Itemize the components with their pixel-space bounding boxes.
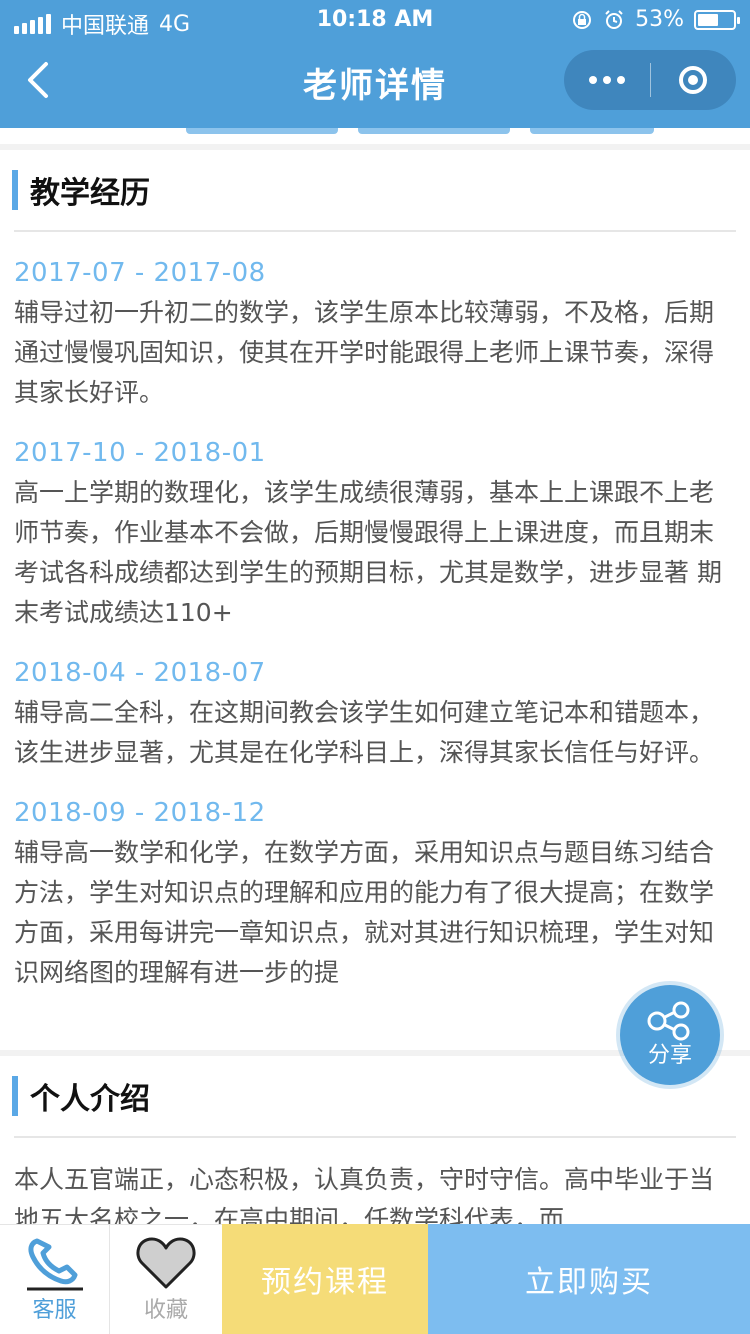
share-label: 分享 (647, 1043, 692, 1068)
heart-icon (136, 1237, 196, 1289)
experience-desc: 高一上学期的数理化，该学生成绩很薄弱，基本上上课跟不上老师节奏，作业基本不会做，… (14, 478, 722, 627)
section-rule (14, 230, 736, 232)
experience-date: 2017-07 - 2017-08 (14, 258, 266, 288)
status-bar: 中国联通 4G 10:18 AM 53% (0, 0, 750, 40)
tab-peek (530, 128, 654, 134)
battery-percent: 53% (635, 7, 684, 32)
list-item: 2017-07 - 2017-08 辅导过初一升初二的数学，该学生原本比较薄弱，… (14, 253, 732, 413)
experience-desc: 辅导高一数学和化学，在数学方面，采用知识点与题目练习结合方法，学生对知识点的理解… (14, 838, 715, 987)
tab-peek (358, 128, 510, 134)
customer-service-button[interactable]: 客服 (0, 1224, 110, 1334)
section-divider (0, 144, 750, 150)
nav-bar: 老师详情 (0, 40, 750, 128)
experience-desc: 辅导过初一升初二的数学，该学生原本比较薄弱，不及格，后期通过慢慢巩固知识，使其在… (14, 298, 715, 407)
list-item: 2017-10 - 2018-01 高一上学期的数理化，该学生成绩很薄弱，基本上… (14, 433, 732, 633)
close-icon[interactable] (651, 50, 737, 110)
book-course-button[interactable]: 预约课程 (222, 1224, 428, 1334)
section-header-intro: 个人介绍 (12, 1076, 150, 1117)
teaching-list: 2017-07 - 2017-08 辅导过初一升初二的数学，该学生原本比较薄弱，… (14, 253, 732, 1013)
top-bar: 中国联通 4G 10:18 AM 53% 老师详情 (0, 0, 750, 128)
buy-now-button[interactable]: 立即购买 (428, 1224, 750, 1334)
tab-peek (186, 128, 338, 134)
rotation-lock-icon (573, 10, 592, 29)
experience-date: 2018-09 - 2018-12 (14, 798, 266, 828)
experience-date: 2018-04 - 2018-07 (14, 658, 266, 688)
phone-icon (26, 1238, 83, 1291)
section-rule (14, 1136, 736, 1138)
section-title: 个人介绍 (30, 1082, 150, 1117)
alarm-icon (605, 9, 623, 29)
customer-service-label: 客服 (32, 1298, 77, 1323)
list-item: 2018-09 - 2018-12 辅导高一数学和化学，在数学方面，采用知识点与… (14, 793, 732, 993)
bottom-action-bar: 客服 收藏 预约课程 立即购买 (0, 1224, 750, 1334)
more-icon[interactable] (564, 50, 650, 110)
share-button[interactable]: 分享 (620, 985, 720, 1085)
experience-desc: 辅导高二全科，在这期间教会该学生如何建立笔记本和错题本，该生进步显著，尤其是在化… (14, 698, 715, 767)
share-icon (647, 1001, 690, 1041)
favorite-button[interactable]: 收藏 (110, 1224, 222, 1334)
battery-icon (694, 9, 740, 30)
experience-date: 2017-10 - 2018-01 (14, 438, 266, 468)
list-item: 2018-04 - 2018-07 辅导高二全科，在这期间教会该学生如何建立笔记… (14, 653, 732, 773)
favorite-label: 收藏 (143, 1298, 188, 1323)
section-header-teaching: 教学经历 (12, 170, 150, 211)
mini-program-capsule (564, 50, 736, 110)
section-title: 教学经历 (30, 176, 150, 211)
